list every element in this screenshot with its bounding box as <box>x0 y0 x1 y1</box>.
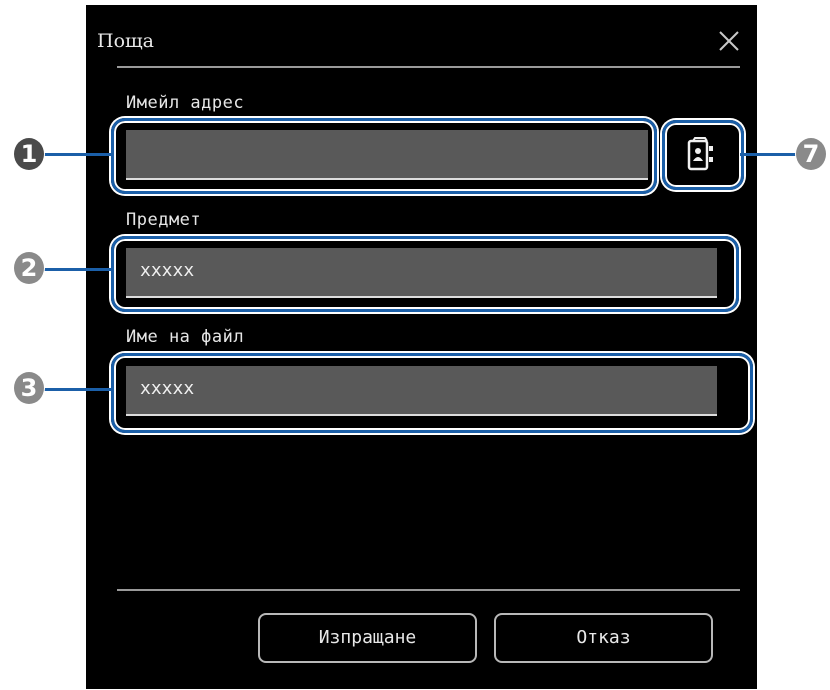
subject-label: Предмет <box>126 210 202 230</box>
send-button[interactable]: Изпращане <box>258 613 477 663</box>
footer-divider <box>117 589 740 591</box>
filename-label: Име на файл <box>126 327 245 347</box>
callout-7: 7 <box>796 138 826 170</box>
dialog-title: Поща <box>97 30 154 52</box>
email-label: Имейл адрес <box>126 93 245 113</box>
callout-3-line <box>40 388 112 391</box>
title-divider <box>117 66 740 68</box>
close-icon[interactable] <box>716 28 742 54</box>
callout-1-line <box>40 153 112 156</box>
address-book-icon <box>687 137 713 171</box>
callout-3: 3 <box>14 372 44 404</box>
subject-field[interactable]: xxxxx <box>126 248 717 298</box>
callout-2: 2 <box>14 252 44 284</box>
callout-1: 1 <box>14 138 44 170</box>
filename-field[interactable]: xxxxx <box>126 366 717 416</box>
callout-7-line <box>740 153 800 156</box>
email-field[interactable] <box>126 130 648 180</box>
cancel-button[interactable]: Отказ <box>494 613 713 663</box>
callout-2-line <box>40 268 112 271</box>
address-book-button[interactable] <box>671 130 731 180</box>
